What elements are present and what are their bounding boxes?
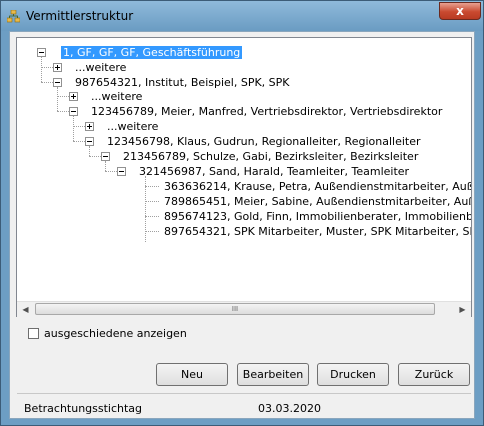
tree-connector xyxy=(105,161,106,171)
window-title: Vermittlerstruktur xyxy=(26,9,134,23)
tree-node-label: 213456789, Schulze, Gabi, Bezirksleiter,… xyxy=(123,150,419,163)
tree-connector xyxy=(145,201,159,202)
tree-connector xyxy=(57,87,58,111)
scroll-left-icon[interactable]: ◀ xyxy=(17,302,34,317)
tree-node[interactable]: 213456789, Schulze, Gabi, Bezirksleiter,… xyxy=(121,149,420,164)
tree-node-label: 321456987, Sand, Harald, Teamleiter, Tea… xyxy=(139,165,410,178)
tree-node[interactable]: ...weitere xyxy=(105,119,160,134)
back-button[interactable]: Zurück xyxy=(398,363,470,386)
scroll-right-icon[interactable]: ▶ xyxy=(454,302,471,317)
structure-tree[interactable]: 1, GF, GF, GF, Geschäftsführung ...weite… xyxy=(16,37,472,317)
tree-node[interactable]: 897654321, SPK Mitarbeiter, Muster, SPK … xyxy=(162,224,471,239)
close-icon: x xyxy=(456,4,464,18)
collapse-icon[interactable] xyxy=(69,107,78,116)
tree-node[interactable]: 789865451, Meier, Sabine, Außendienstmit… xyxy=(162,194,471,209)
close-button[interactable]: x xyxy=(439,2,481,20)
scrollbar-thumb[interactable]: III xyxy=(35,303,435,315)
tree-node[interactable]: ...weitere xyxy=(73,60,128,75)
tree-node[interactable]: 123456789, Meier, Manfred, Vertriebsdire… xyxy=(89,104,444,119)
tree-node-label: 897654321, SPK Mitarbeiter, Muster, SPK … xyxy=(164,225,471,238)
footer-divider xyxy=(17,393,471,394)
tree-node-label: ...weitere xyxy=(91,90,143,103)
print-button[interactable]: Drucken xyxy=(317,363,389,386)
title-bar[interactable]: Vermittlerstruktur x xyxy=(1,1,483,31)
collapse-icon[interactable] xyxy=(85,137,94,146)
tree-node[interactable]: 123456798, Klaus, Gudrun, Regionalleiter… xyxy=(105,134,423,149)
vermittlerstruktur-window: Vermittlerstruktur x 1, GF, GF, GF, Gesc… xyxy=(0,0,484,426)
collapse-icon[interactable] xyxy=(37,48,46,57)
tree-node[interactable]: 1, GF, GF, GF, Geschäftsführung xyxy=(61,45,243,60)
new-button[interactable]: Neu xyxy=(156,363,228,386)
tree-node-label: 123456789, Meier, Manfred, Vertriebsdire… xyxy=(91,105,443,118)
tree-connector xyxy=(145,186,159,187)
tree-connector xyxy=(89,146,90,156)
show-retired-label: ausgeschiedene anzeigen xyxy=(44,327,187,340)
collapse-icon[interactable] xyxy=(117,167,126,176)
expand-icon[interactable] xyxy=(85,122,94,131)
tree-connector xyxy=(73,116,74,141)
tree-node[interactable]: 895674123, Gold, Finn, Immobilienberater… xyxy=(162,209,471,224)
tree-node[interactable]: 363636214, Krause, Petra, Außendienstmit… xyxy=(162,179,471,194)
collapse-icon[interactable] xyxy=(101,152,110,161)
tree-node-label: 363636214, Krause, Petra, Außendienstmit… xyxy=(164,180,471,193)
expand-icon[interactable] xyxy=(53,63,62,72)
tree-node[interactable]: 321456987, Sand, Harald, Teamleiter, Tea… xyxy=(137,164,411,179)
tree-connector xyxy=(145,231,159,232)
tree-node[interactable]: ...weitere xyxy=(89,89,144,104)
reference-date-value: 03.03.2020 xyxy=(258,402,321,415)
tree-node-label: ...weitere xyxy=(107,120,159,133)
tree-node-label: 789865451, Meier, Sabine, Außendienstmit… xyxy=(164,195,471,208)
edit-button[interactable]: Bearbeiten xyxy=(237,363,309,386)
tree-node-label: 987654321, Institut, Beispiel, SPK, SPK xyxy=(75,76,290,89)
collapse-icon[interactable] xyxy=(53,78,62,87)
tree-node[interactable]: 987654321, Institut, Beispiel, SPK, SPK xyxy=(73,75,292,90)
reference-date-label: Betrachtungsstichtag xyxy=(24,402,143,415)
expand-icon[interactable] xyxy=(69,92,78,101)
tree-node-label: ...weitere xyxy=(75,61,127,74)
tree-node-label: 1, GF, GF, GF, Geschäftsführung xyxy=(61,46,243,59)
tree-connector xyxy=(145,216,159,217)
tree-structure-icon xyxy=(7,10,20,23)
horizontal-scrollbar[interactable]: ◀ III ▶ xyxy=(17,301,471,317)
tree-node-label: 123456798, Klaus, Gudrun, Regionalleiter… xyxy=(107,135,421,148)
tree-node-label: 895674123, Gold, Finn, Immobilienberater… xyxy=(164,210,471,223)
show-retired-checkbox[interactable] xyxy=(28,328,39,339)
